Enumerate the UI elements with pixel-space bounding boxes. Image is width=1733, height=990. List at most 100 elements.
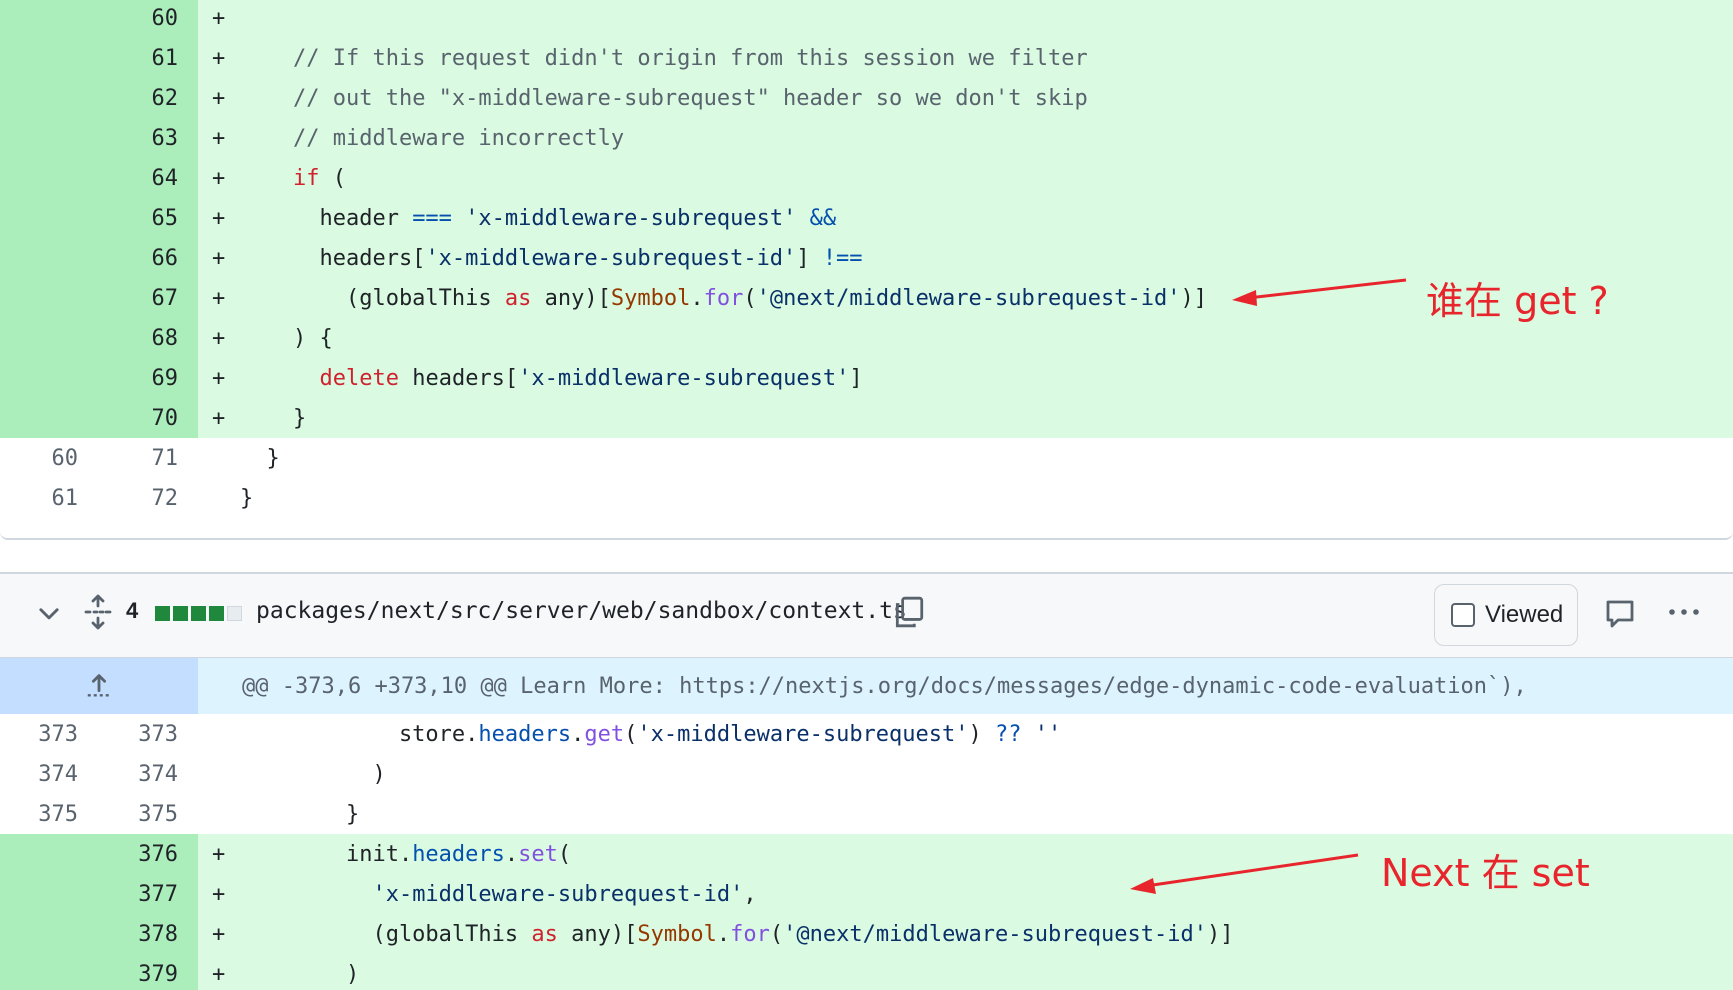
diff-line: 69 + delete headers['x-middleware-subrequ… — [0, 358, 1733, 398]
code-token: as — [504, 285, 532, 311]
viewed-label: Viewed — [1485, 601, 1564, 628]
diff-line: 379 + ) — [0, 954, 1733, 990]
old-line-number[interactable] — [0, 198, 100, 238]
new-line-number[interactable]: 377 — [100, 874, 198, 914]
new-line-number[interactable]: 65 — [100, 198, 198, 238]
old-line-number[interactable] — [0, 398, 100, 438]
diffstat-added-block — [209, 606, 224, 621]
old-line-number[interactable] — [0, 834, 100, 874]
code-line: + if ( — [198, 158, 1733, 198]
new-line-number[interactable]: 69 — [100, 358, 198, 398]
old-line-number[interactable] — [0, 78, 100, 118]
code-token: // out the "x-middleware-subrequest" hea… — [292, 85, 1088, 111]
old-line-number[interactable]: 60 — [0, 438, 100, 478]
annotation-who-gets: 谁在 get ? — [1426, 279, 1609, 323]
addition-marker: + — [212, 245, 226, 271]
old-line-number[interactable] — [0, 0, 100, 38]
copy-icon[interactable] — [892, 594, 926, 630]
code-token: === — [412, 205, 452, 231]
expand-up-icon[interactable] — [84, 670, 114, 700]
addition-marker: + — [212, 841, 226, 867]
diff-line: 60 + — [0, 0, 1733, 38]
new-line-number[interactable]: 67 — [100, 278, 198, 318]
diff-line: 374 374 ) — [0, 754, 1733, 794]
context-marker — [212, 722, 240, 747]
code-token: . — [690, 285, 704, 311]
addition-marker: + — [212, 205, 226, 231]
code-token: } — [240, 445, 280, 471]
old-line-number[interactable] — [0, 158, 100, 198]
old-line-number[interactable] — [0, 914, 100, 954]
new-line-number[interactable]: 71 — [100, 438, 198, 478]
file-path[interactable]: packages/next/src/server/web/sandbox/con… — [256, 598, 907, 624]
old-line-number[interactable] — [0, 318, 100, 358]
code-token: (globalThis — [240, 285, 505, 311]
code-token: ] — [849, 365, 863, 391]
code-line: + — [198, 0, 1733, 38]
new-line-number[interactable]: 64 — [100, 158, 198, 198]
hunk-header: @@ -373,6 +373,10 @@ Learn More: https:/… — [198, 658, 1733, 714]
diff-file-context-ts: 4 packages/next/src/server/web/sandbox/c… — [0, 572, 1733, 990]
old-line-number[interactable] — [0, 358, 100, 398]
old-line-number[interactable] — [0, 38, 100, 78]
new-line-number[interactable]: 61 — [100, 38, 198, 78]
old-line-number[interactable]: 373 — [0, 714, 100, 754]
code-token: ( — [743, 285, 757, 311]
new-line-number[interactable]: 63 — [100, 118, 198, 158]
code-token: headers[ — [240, 245, 426, 271]
code-token: for — [703, 285, 744, 311]
diff-line: 373 373 store. headers. get('x-middleware-s… — [0, 714, 1733, 754]
code-token: 'x-middleware-subrequest-id' — [425, 245, 797, 271]
old-line-number[interactable]: 61 — [0, 478, 100, 518]
chevron-down-icon[interactable] — [36, 600, 62, 626]
code-token: get — [584, 721, 625, 747]
code-token: any)[ — [531, 285, 611, 311]
hunk-gutter — [0, 658, 198, 714]
code-token: '' — [1034, 721, 1062, 747]
code-token: } — [240, 405, 307, 431]
old-line-number[interactable] — [0, 874, 100, 914]
diffstat-neutral-block — [227, 606, 242, 621]
viewed-checkbox[interactable] — [1451, 603, 1475, 627]
new-line-number[interactable]: 72 — [100, 478, 198, 518]
code-line: + // middleware incorrectly — [198, 118, 1733, 158]
viewed-toggle[interactable]: Viewed — [1434, 584, 1578, 646]
code-line: + // out the "x-middleware-subrequest" h… — [198, 78, 1733, 118]
old-line-number[interactable] — [0, 278, 100, 318]
new-line-number[interactable]: 376 — [100, 834, 198, 874]
old-line-number[interactable] — [0, 954, 100, 990]
old-line-number[interactable] — [0, 118, 100, 158]
code-token: . — [504, 841, 519, 867]
new-line-number[interactable]: 373 — [100, 714, 198, 754]
diffstat-added-block — [155, 606, 170, 621]
old-line-number[interactable] — [0, 238, 100, 278]
new-line-number[interactable]: 374 — [100, 754, 198, 794]
new-line-number[interactable]: 379 — [100, 954, 198, 990]
code-line: } — [198, 478, 1733, 518]
code-token: } — [240, 485, 254, 511]
diff-rows-top: 60 +61 + // If this request didn't origin … — [0, 0, 1733, 518]
old-line-number[interactable]: 375 — [0, 794, 100, 834]
new-line-number[interactable]: 378 — [100, 914, 198, 954]
new-line-number[interactable]: 68 — [100, 318, 198, 358]
comment-icon[interactable] — [1604, 598, 1636, 630]
new-line-number[interactable]: 62 — [100, 78, 198, 118]
code-line: + (globalThis as any)[Symbol. for('@next/… — [198, 914, 1733, 954]
code-token: Symbol — [610, 285, 691, 311]
kebab-horizontal-icon[interactable] — [1666, 604, 1702, 620]
code-token: } — [240, 801, 360, 827]
new-line-number[interactable]: 66 — [100, 238, 198, 278]
code-token: '@next/middleware-subrequest-id' — [756, 285, 1181, 311]
diff-line: 62 + // out the "x-middleware-subrequest"… — [0, 78, 1733, 118]
new-line-number[interactable]: 375 — [100, 794, 198, 834]
addition-marker: + — [212, 125, 226, 151]
diff-line: 61 72 } — [0, 478, 1733, 518]
new-line-number[interactable]: 70 — [100, 398, 198, 438]
old-line-number[interactable]: 374 — [0, 754, 100, 794]
code-token: && — [809, 205, 837, 231]
new-line-number[interactable]: 60 — [100, 0, 198, 38]
unfold-icon[interactable] — [82, 594, 114, 630]
